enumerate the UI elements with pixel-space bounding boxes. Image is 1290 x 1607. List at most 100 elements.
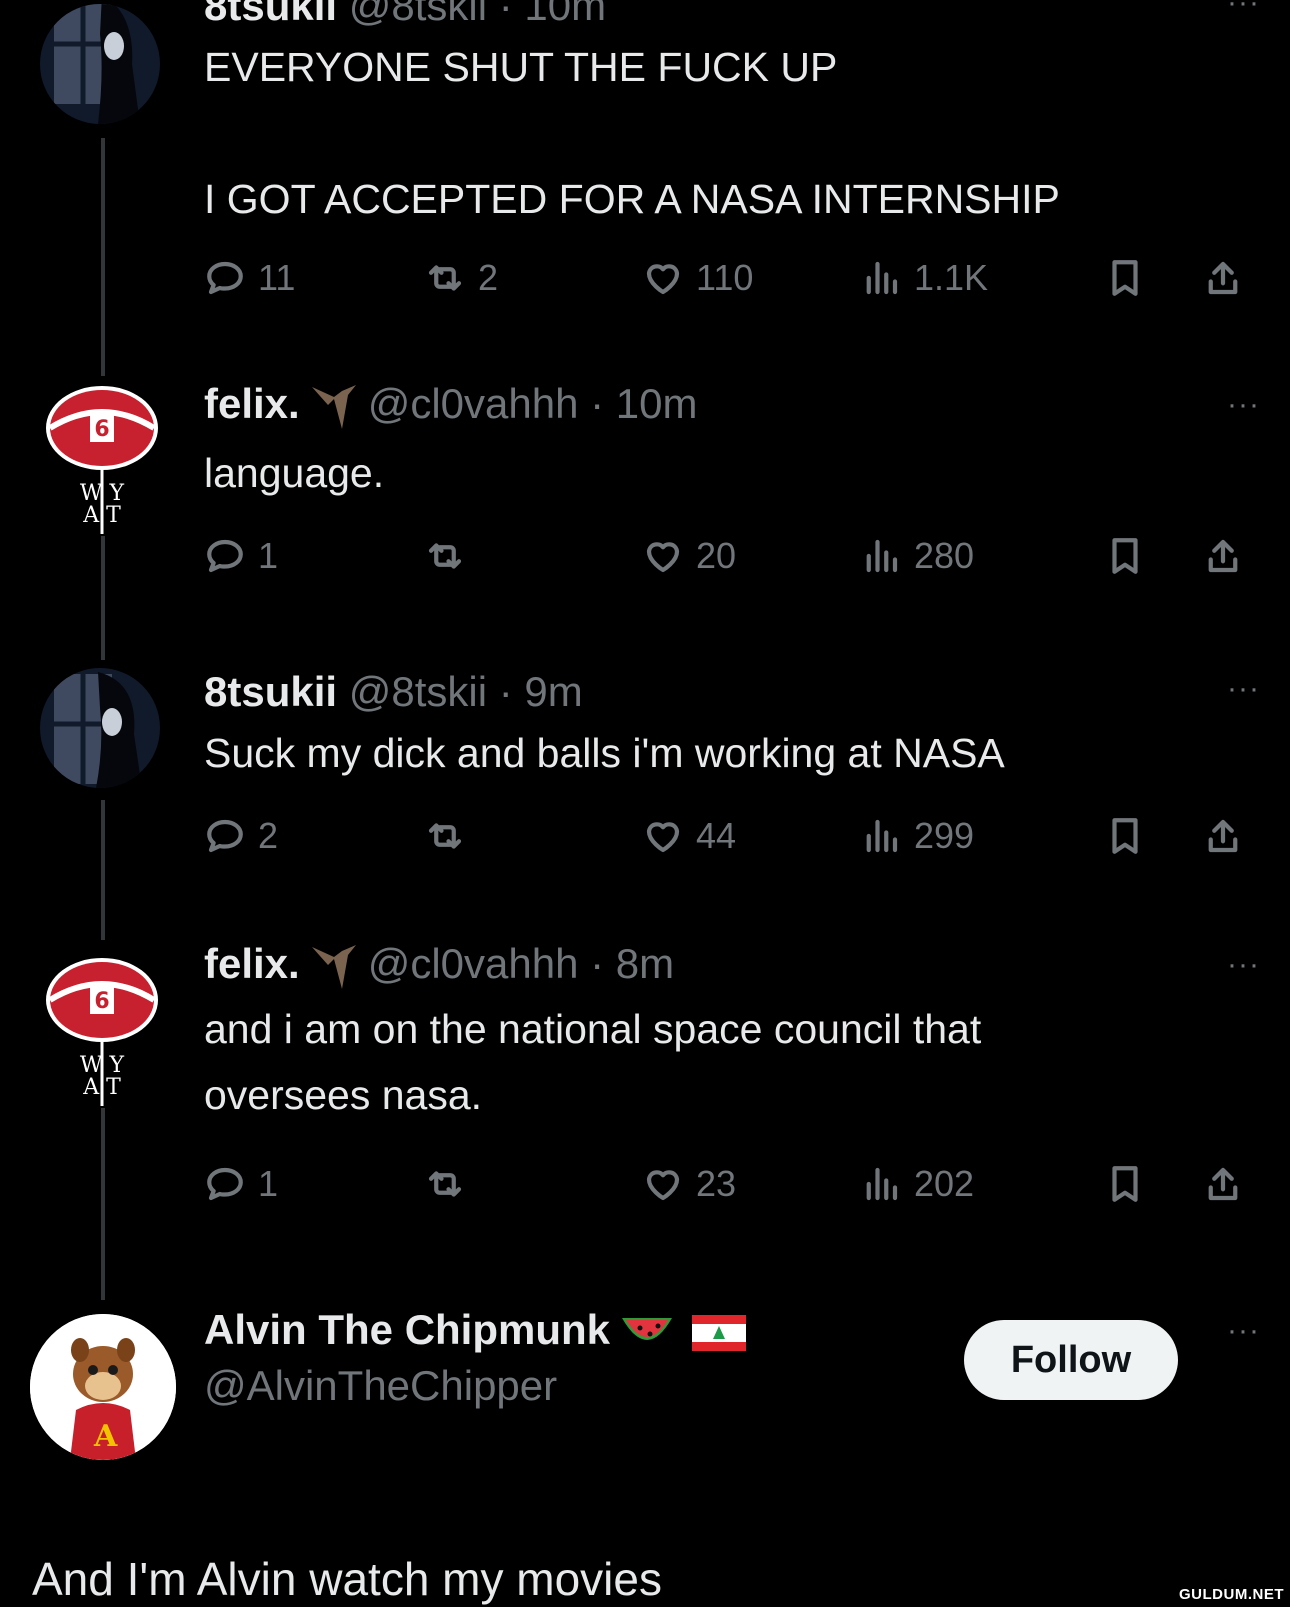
tweet-actions: 2 44 299 xyxy=(0,808,1290,864)
share-button[interactable] xyxy=(1202,808,1244,864)
views-icon xyxy=(866,1167,898,1201)
tweet-text: Suck my dick and balls i'm working at NA… xyxy=(204,730,1005,776)
like-count: 110 xyxy=(696,257,754,298)
tweet-header: felix. @cl0vahhh · 10m xyxy=(204,380,698,433)
views-button[interactable]: 280 xyxy=(860,528,974,584)
reply-icon xyxy=(207,539,243,573)
retweet-icon xyxy=(428,543,462,569)
like-button[interactable]: 23 xyxy=(642,1156,736,1212)
share-button[interactable] xyxy=(1202,528,1244,584)
like-icon xyxy=(646,542,680,573)
more-options-button[interactable]: ··· xyxy=(1227,948,1260,982)
reply-count: 2 xyxy=(258,815,279,856)
retweet-button[interactable] xyxy=(424,1156,478,1212)
bookmark-icon xyxy=(1112,538,1138,574)
like-icon xyxy=(646,822,680,853)
bookmark-button[interactable] xyxy=(1104,1156,1146,1212)
bookmark-icon xyxy=(1112,1166,1138,1202)
avatar[interactable] xyxy=(40,4,160,124)
views-icon xyxy=(866,539,898,573)
avatar[interactable]: 6 W Y A T xyxy=(40,376,164,536)
views-count: 202 xyxy=(914,1163,975,1204)
reply-icon xyxy=(207,819,243,853)
views-count: 299 xyxy=(914,815,975,856)
share-icon xyxy=(1208,1167,1238,1201)
like-count: 23 xyxy=(696,1163,737,1204)
lebanon-flag-icon xyxy=(692,1314,747,1351)
share-icon xyxy=(1208,539,1238,573)
tweet-text: EVERYONE SHUT THE FUCK UP I GOT ACCEPTED… xyxy=(204,44,1060,222)
tweet-header: felix. @cl0vahhh · 8m xyxy=(204,940,674,993)
display-name[interactable]: 8tsukii xyxy=(204,668,337,715)
tweet-header: 8tsukii @8tskii · 9m xyxy=(204,668,583,716)
share-button[interactable] xyxy=(1202,1156,1244,1212)
reply-button[interactable]: 2 xyxy=(204,808,278,864)
follow-button[interactable]: Follow xyxy=(964,1320,1178,1400)
tweet-text: and i am on the national space council t… xyxy=(204,1006,982,1118)
bat-emoji-icon xyxy=(311,944,356,989)
tweet-header: 8tsukii @8tskii · 10m xyxy=(204,0,606,30)
display-name[interactable]: felix. xyxy=(204,380,300,427)
reply-count: 11 xyxy=(258,257,296,298)
handle[interactable]: @cl0vahhh · 10m xyxy=(368,380,698,427)
share-button[interactable] xyxy=(1202,250,1244,306)
main-tweet-text: And I'm Alvin watch my movies xyxy=(32,1553,662,1605)
views-count: 1.1K xyxy=(914,257,989,298)
handle[interactable]: @8tskii · 10m xyxy=(349,0,606,29)
bookmark-button[interactable] xyxy=(1104,528,1146,584)
like-icon xyxy=(646,264,680,295)
tweet-actions: 1 23 202 xyxy=(0,1156,1290,1212)
handle-row: @AlvinTheChipper xyxy=(204,1362,557,1410)
retweet-icon xyxy=(428,1171,462,1197)
more-options-button[interactable]: ··· xyxy=(1227,672,1260,706)
retweet-icon xyxy=(428,265,462,291)
watermark: GULDUM.NET xyxy=(1179,1586,1284,1603)
retweet-button[interactable]: 2 xyxy=(424,250,498,306)
bookmark-icon xyxy=(1112,818,1138,854)
retweet-button[interactable] xyxy=(424,808,478,864)
reply-button[interactable]: 11 xyxy=(204,250,295,306)
like-button[interactable]: 44 xyxy=(642,808,736,864)
tweet-text: language. xyxy=(204,450,385,496)
avatar-number: 6 xyxy=(94,417,109,442)
reply-count: 1 xyxy=(258,535,279,576)
handle[interactable]: @8tskii · 9m xyxy=(349,668,583,715)
handle[interactable]: @cl0vahhh · 8m xyxy=(368,940,674,987)
reply-icon xyxy=(207,1167,243,1201)
views-button[interactable]: 1.1K xyxy=(860,250,988,306)
more-options-button[interactable]: ··· xyxy=(1227,0,1260,20)
views-button[interactable]: 299 xyxy=(860,808,974,864)
avatar[interactable]: 6 W Y A T xyxy=(40,948,164,1108)
avatar-letter: A xyxy=(93,1419,118,1454)
display-name[interactable]: Alvin The Chipmunk xyxy=(204,1306,610,1353)
twitter-thread: 8tsukii @8tskii · 10m ··· EVERYONE SHUT … xyxy=(0,0,1290,1607)
reply-icon xyxy=(207,261,243,295)
more-options-button[interactable]: ··· xyxy=(1227,388,1260,422)
retweet-icon xyxy=(428,823,462,849)
reply-button[interactable]: 1 xyxy=(204,1156,278,1212)
reply-button[interactable]: 1 xyxy=(204,528,278,584)
display-name[interactable]: felix. xyxy=(204,940,300,987)
share-icon xyxy=(1208,261,1238,295)
bookmark-button[interactable] xyxy=(1104,250,1146,306)
bookmark-button[interactable] xyxy=(1104,808,1146,864)
tweet-header: Alvin The Chipmunk xyxy=(204,1306,754,1354)
retweet-count: 2 xyxy=(478,257,499,298)
like-button[interactable]: 110 xyxy=(642,250,753,306)
views-button[interactable]: 202 xyxy=(860,1156,974,1212)
like-count: 20 xyxy=(696,535,737,576)
like-button[interactable]: 20 xyxy=(642,528,736,584)
avatar[interactable] xyxy=(40,668,160,788)
reply-count: 1 xyxy=(258,1163,279,1204)
watermelon-emoji-icon xyxy=(622,1317,673,1340)
like-icon xyxy=(646,1170,680,1201)
avatar[interactable]: A xyxy=(30,1314,176,1460)
retweet-button[interactable] xyxy=(424,528,478,584)
handle[interactable]: @AlvinTheChipper xyxy=(204,1362,557,1409)
views-icon xyxy=(866,819,898,853)
bat-emoji-icon xyxy=(311,384,356,429)
display-name[interactable]: 8tsukii xyxy=(204,0,337,29)
avatar-number: 6 xyxy=(94,989,109,1014)
more-options-button[interactable]: ··· xyxy=(1227,1314,1260,1348)
like-count: 44 xyxy=(696,815,737,856)
